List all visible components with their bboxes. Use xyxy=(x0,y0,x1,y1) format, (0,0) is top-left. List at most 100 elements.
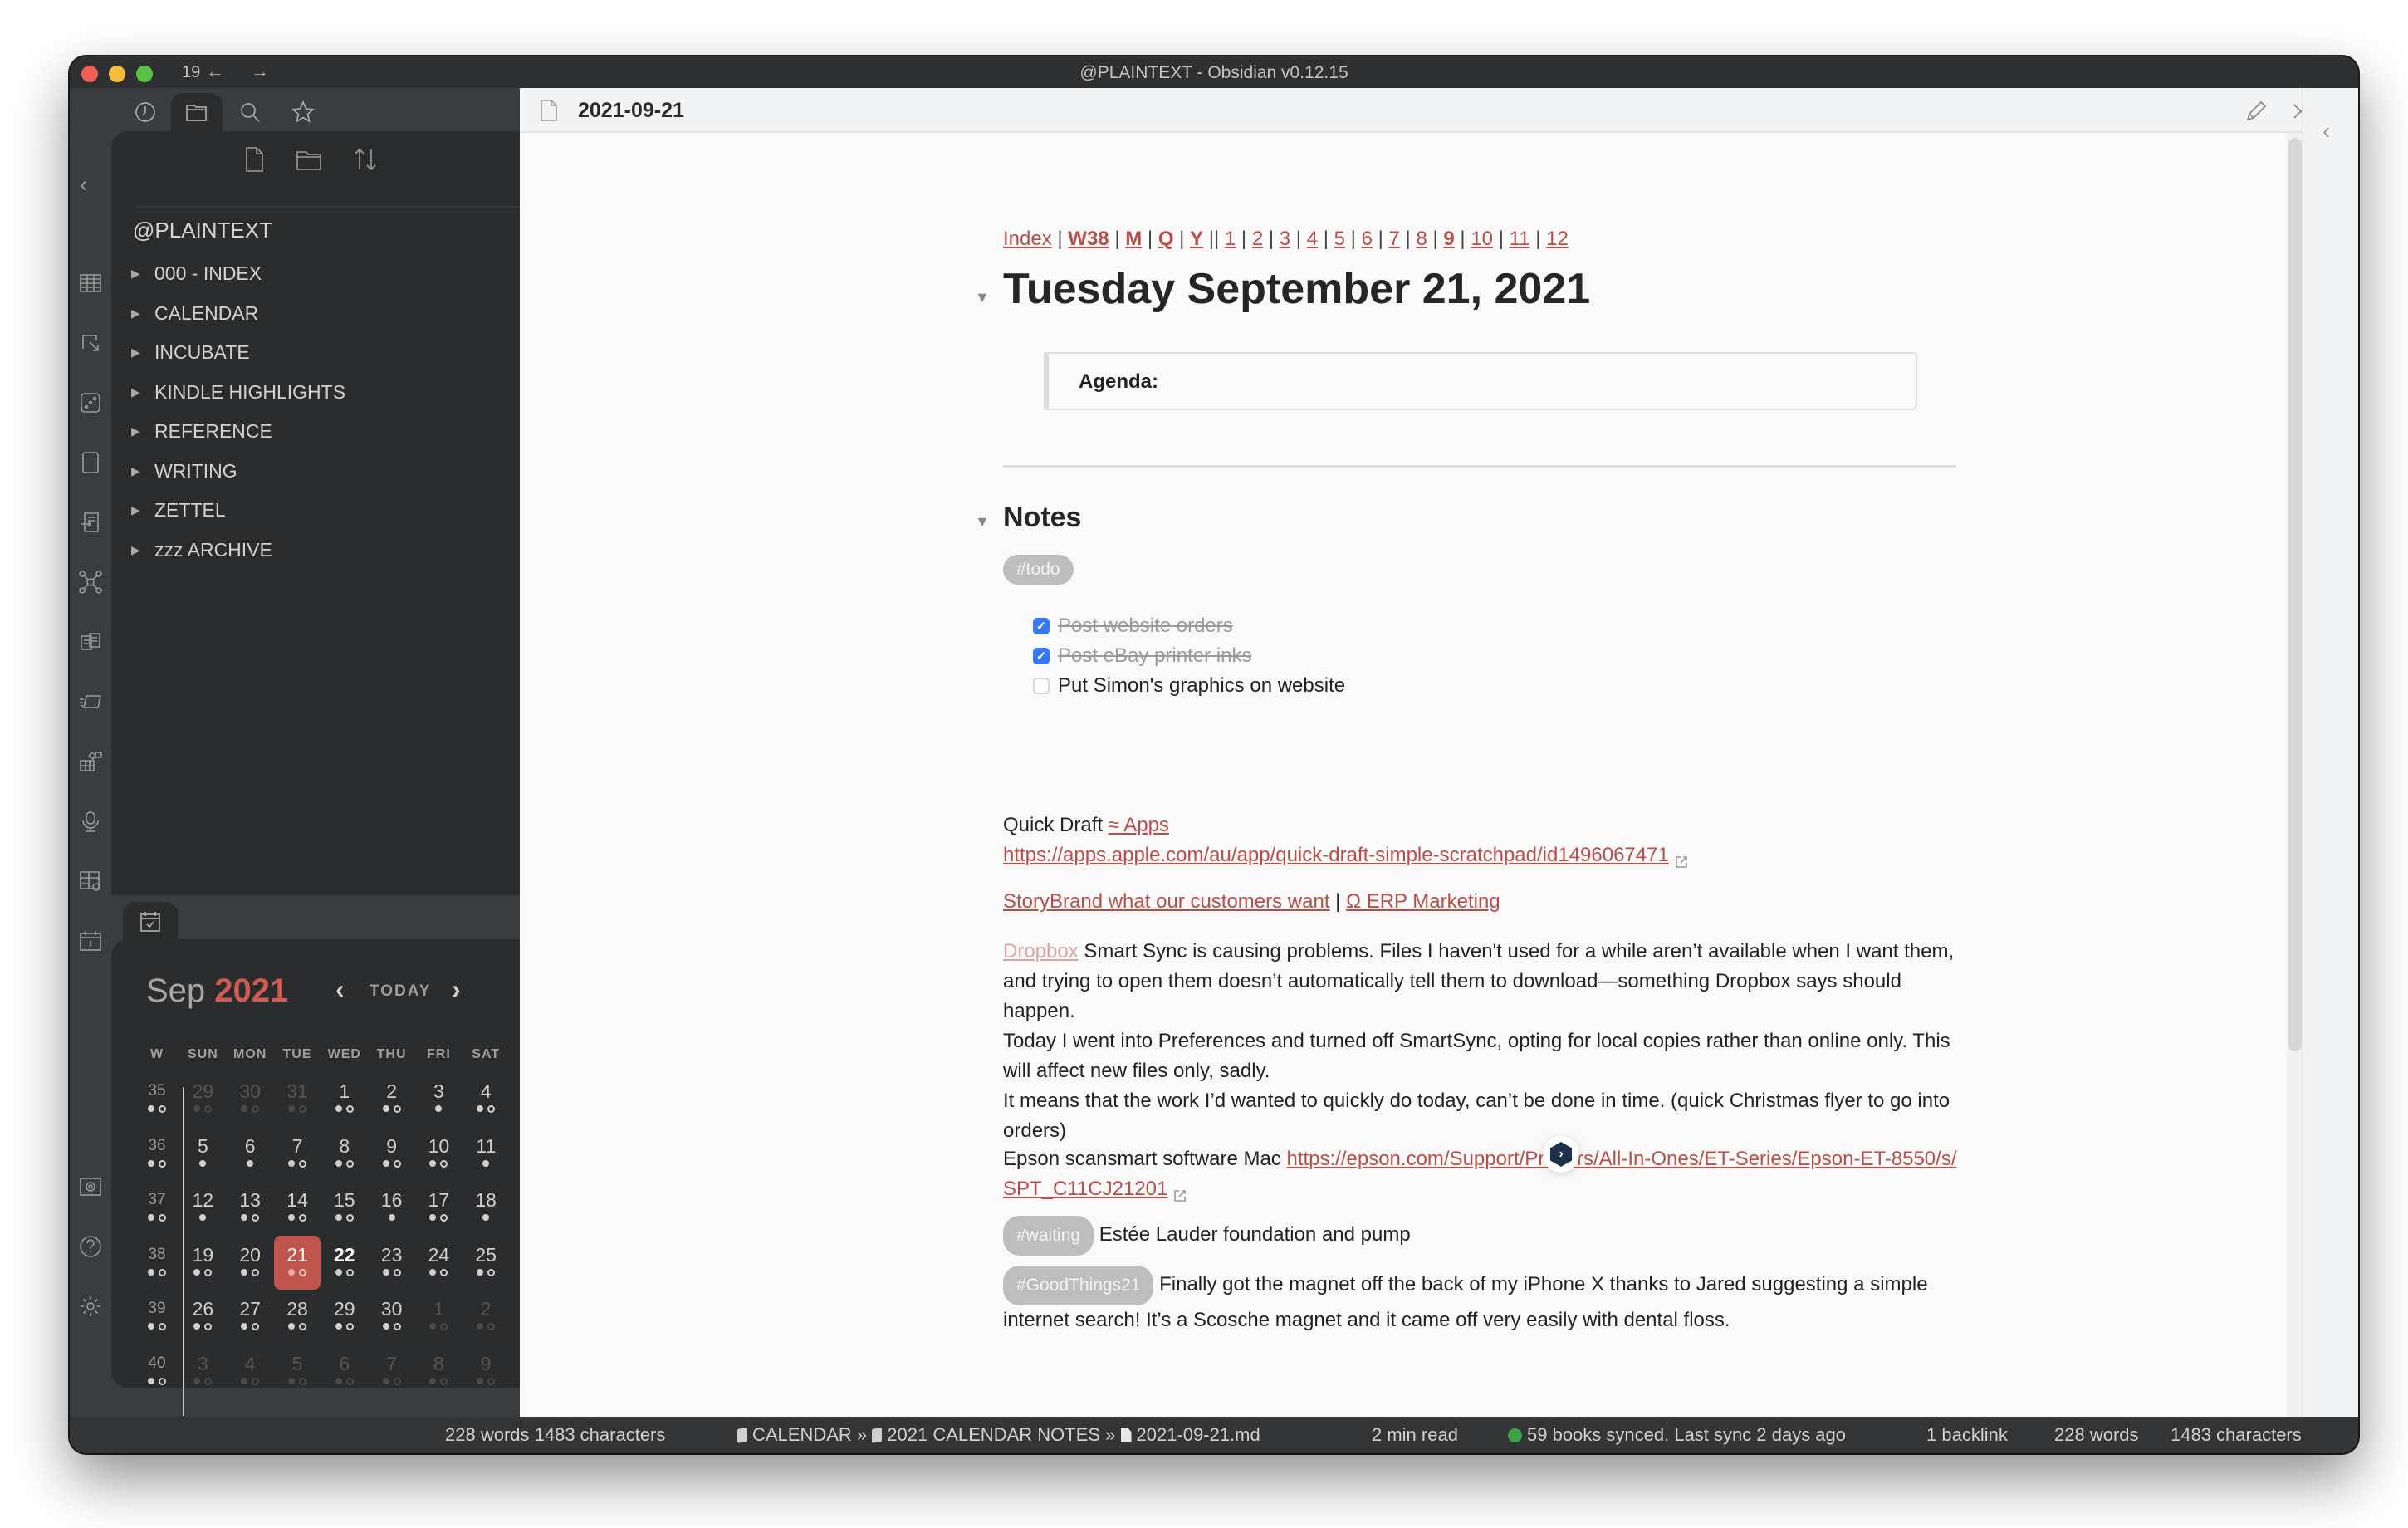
recent-files-icon[interactable] xyxy=(120,93,171,131)
calendar-day[interactable]: 2 xyxy=(463,1290,510,1344)
task-checkbox[interactable]: ✓ xyxy=(1033,648,1050,664)
week-number[interactable]: 39 xyxy=(135,1290,179,1344)
calendar-day[interactable]: 30 xyxy=(368,1290,415,1344)
breadcrumb-file[interactable]: 2021-09-21.md xyxy=(1137,1424,1260,1445)
calendar-day[interactable]: 3 xyxy=(415,1072,463,1127)
collapse-left-sidebar-button[interactable]: ‹ xyxy=(80,171,87,198)
tablet-icon[interactable] xyxy=(78,450,103,475)
calendar-day-icon[interactable] xyxy=(78,928,103,953)
period-link[interactable]: Y xyxy=(1190,228,1203,250)
slides-icon[interactable] xyxy=(78,689,103,714)
calendar-day[interactable]: 1 xyxy=(415,1290,463,1344)
help-icon[interactable] xyxy=(78,1234,103,1259)
table-icon[interactable] xyxy=(78,271,103,296)
period-link[interactable]: 6 xyxy=(1362,228,1373,250)
period-link[interactable]: 5 xyxy=(1334,228,1345,250)
folder-expand-icon[interactable]: ▶ xyxy=(131,345,154,360)
calendar-day[interactable]: 2 xyxy=(368,1072,415,1127)
expand-right-sidebar-button[interactable]: ‹ xyxy=(2322,118,2330,144)
folder-item[interactable]: ▶ KINDLE HIGHLIGHTS xyxy=(111,373,586,413)
calendar-day[interactable]: 9 xyxy=(368,1127,415,1182)
calendar-day[interactable]: 13 xyxy=(227,1181,274,1236)
breadcrumb-calendar[interactable]: CALENDAR xyxy=(752,1424,852,1445)
week-number[interactable]: 37 xyxy=(135,1181,179,1236)
dice-icon[interactable] xyxy=(78,390,103,415)
folder-expand-icon[interactable]: ▶ xyxy=(131,385,154,399)
folder-item[interactable]: ▶ WRITING xyxy=(111,452,586,492)
calendar-day[interactable]: 7 xyxy=(368,1344,415,1399)
calendar-day[interactable]: 5 xyxy=(274,1344,321,1399)
new-note-icon[interactable] xyxy=(239,144,269,174)
calendar-day[interactable]: 25 xyxy=(463,1236,510,1290)
calendar-day[interactable]: 27 xyxy=(227,1290,274,1344)
calendar-day[interactable]: 6 xyxy=(227,1127,274,1182)
note-title[interactable]: 2021-09-21 xyxy=(578,99,684,123)
calendar-day[interactable]: 4 xyxy=(463,1072,510,1127)
status-breadcrumb[interactable]: CALENDAR » 2021 CALENDAR NOTES » 2021-09… xyxy=(737,1424,1260,1446)
calendar-day[interactable]: 29 xyxy=(179,1072,227,1127)
period-link[interactable]: 10 xyxy=(1471,228,1493,250)
folder-expand-icon[interactable]: ▶ xyxy=(131,503,154,517)
calendar-day[interactable]: 8 xyxy=(321,1127,368,1182)
calendar-day-active[interactable]: 21 xyxy=(273,1235,321,1290)
week-number[interactable]: 40 xyxy=(135,1344,179,1399)
waiting-tag[interactable]: #waiting xyxy=(1003,1216,1094,1256)
calendar-tab[interactable] xyxy=(123,902,178,942)
floating-extension-button[interactable]: › xyxy=(1543,1136,1579,1173)
period-link[interactable]: 4 xyxy=(1307,228,1318,250)
calendar-day[interactable]: 31 xyxy=(274,1072,321,1127)
folder-expand-icon[interactable]: ▶ xyxy=(131,424,154,438)
period-link[interactable]: 3 xyxy=(1280,228,1290,250)
vault-icon[interactable] xyxy=(78,1174,103,1199)
starred-icon[interactable] xyxy=(277,93,329,131)
folder-item[interactable]: ▶ zzz ARCHIVE xyxy=(111,531,586,571)
period-link[interactable]: W38 xyxy=(1068,228,1109,250)
status-kindle-sync[interactable]: 59 books synced. Last sync 2 days ago xyxy=(1508,1424,1846,1446)
import-icon[interactable] xyxy=(78,510,103,535)
calendar-prev-month-button[interactable]: ‹ xyxy=(335,974,345,1005)
period-link[interactable]: Q xyxy=(1158,228,1174,250)
microphone-icon[interactable] xyxy=(78,809,103,834)
week-number[interactable]: 38 xyxy=(135,1236,179,1290)
calendar-day[interactable]: 5 xyxy=(179,1127,227,1182)
folder-expand-icon[interactable]: ▶ xyxy=(131,267,154,281)
open-in-icon[interactable] xyxy=(78,331,103,355)
period-link[interactable]: 9 xyxy=(1443,228,1454,250)
folder-expand-icon[interactable]: ▶ xyxy=(131,464,154,478)
quick-draft-url[interactable]: https://apps.apple.com/au/app/quick-draf… xyxy=(1003,844,1669,866)
period-link[interactable]: 2 xyxy=(1252,228,1263,250)
graph-icon[interactable] xyxy=(78,570,103,595)
period-link[interactable]: 1 xyxy=(1225,228,1236,250)
calendar-day[interactable]: 22 xyxy=(321,1236,368,1290)
calendar-day[interactable]: 1 xyxy=(321,1072,368,1127)
calendar-day[interactable]: 3 xyxy=(179,1344,227,1399)
folder-item[interactable]: ▶ ZETTEL xyxy=(111,491,586,531)
period-link[interactable]: 8 xyxy=(1416,228,1427,250)
calendar-day[interactable]: 4 xyxy=(227,1344,274,1399)
calendar-day[interactable]: 11 xyxy=(463,1127,510,1182)
calendar-day[interactable]: 24 xyxy=(415,1236,463,1290)
calendar-day[interactable]: 17 xyxy=(415,1181,463,1236)
calendar-day[interactable]: 15 xyxy=(321,1181,368,1236)
period-link[interactable]: Index xyxy=(1003,228,1052,250)
erp-marketing-link[interactable]: Ω ERP Marketing xyxy=(1346,890,1500,913)
copy-files-icon[interactable] xyxy=(78,629,103,654)
calendar-day[interactable]: 30 xyxy=(227,1072,274,1127)
calendar-day[interactable]: 19 xyxy=(179,1236,227,1290)
calendar-day[interactable]: 20 xyxy=(227,1236,274,1290)
fold-heading-icon[interactable]: ▼ xyxy=(975,289,990,306)
table-settings-icon[interactable] xyxy=(78,869,103,894)
scrollbar-thumb[interactable] xyxy=(2288,138,2302,1051)
calendar-day[interactable]: 29 xyxy=(321,1290,368,1344)
folder-item[interactable]: ▶ INCUBATE xyxy=(111,333,586,373)
storybrand-link[interactable]: StoryBrand what our customers want xyxy=(1003,890,1330,913)
calendar-day[interactable]: 9 xyxy=(463,1344,510,1399)
edit-icon[interactable] xyxy=(2244,99,2269,124)
calendar-day[interactable]: 26 xyxy=(179,1290,227,1344)
file-explorer-icon[interactable] xyxy=(171,93,223,131)
calendar-day[interactable]: 12 xyxy=(179,1181,227,1236)
calendar-day[interactable]: 16 xyxy=(368,1181,415,1236)
folder-item[interactable]: ▶ CALENDAR xyxy=(111,294,586,334)
period-link[interactable]: 12 xyxy=(1546,228,1569,250)
dropbox-link[interactable]: Dropbox xyxy=(1003,940,1079,962)
